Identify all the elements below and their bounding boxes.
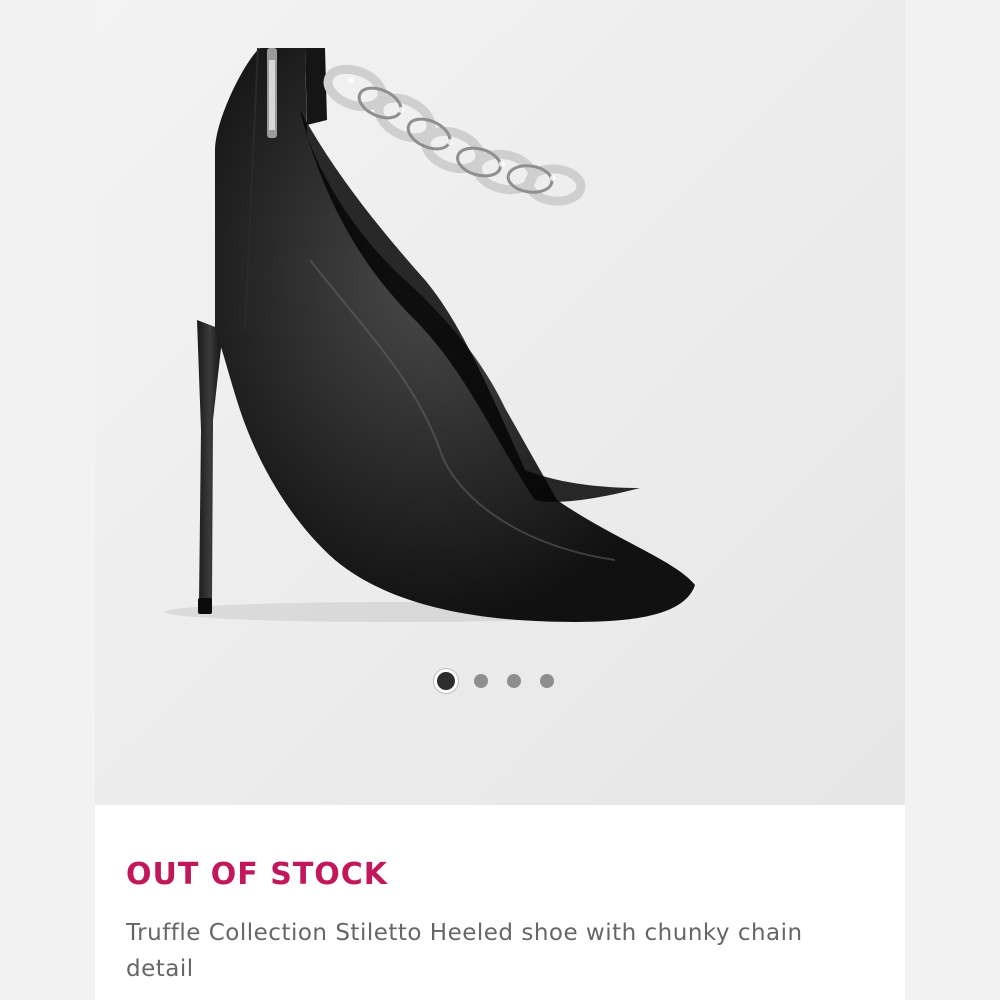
image-gallery[interactable] [95, 0, 905, 805]
carousel-dot-1[interactable] [436, 672, 455, 690]
carousel-pagination [95, 666, 900, 696]
carousel-dot-2[interactable] [473, 674, 488, 688]
carousel-dot-4[interactable] [539, 674, 554, 688]
stock-status-label: OUT OF STOCK [126, 857, 389, 892]
carousel-dot-3[interactable] [506, 674, 521, 688]
product-info: OUT OF STOCK Truffle Collection Stiletto… [95, 805, 905, 1000]
product-title: Truffle Collection Stiletto Heeled shoe … [126, 920, 803, 982]
page: OUT OF STOCK Truffle Collection Stiletto… [0, 0, 1000, 1000]
product-card: OUT OF STOCK Truffle Collection Stiletto… [95, 0, 905, 1000]
